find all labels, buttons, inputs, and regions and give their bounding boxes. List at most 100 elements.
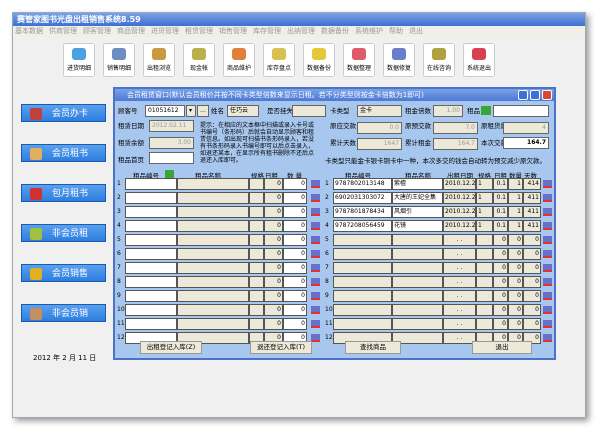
left-cell[interactable]: 0 xyxy=(283,304,307,316)
left-cell[interactable]: 0 xyxy=(283,192,307,204)
left-cell[interactable] xyxy=(125,248,177,260)
left-cell[interactable] xyxy=(125,206,177,218)
delete-row-icon[interactable] xyxy=(311,292,320,300)
menu-item[interactable]: 顾客管理 xyxy=(83,26,111,37)
menu-item[interactable]: 退出 xyxy=(409,26,423,37)
delete-row-icon[interactable] xyxy=(311,334,320,342)
delete-row-icon[interactable] xyxy=(311,278,320,286)
delete-row-icon[interactable] xyxy=(543,264,552,272)
delete-row-icon[interactable] xyxy=(543,208,552,216)
left-cell[interactable]: 0 xyxy=(283,206,307,218)
this-payment-input[interactable]: 164.7 xyxy=(503,137,549,149)
delete-row-icon[interactable] xyxy=(543,236,552,244)
toolbar-button[interactable]: 数据备份 xyxy=(303,43,335,77)
sidebar-button[interactable]: 会员租书 xyxy=(21,144,106,162)
left-cell[interactable] xyxy=(125,234,177,246)
menu-item[interactable]: 租赁管理 xyxy=(185,26,213,37)
close-button[interactable] xyxy=(542,90,552,100)
menu-item[interactable]: 基本数据 xyxy=(15,26,43,37)
toolbar-button[interactable]: 销售明细 xyxy=(103,43,135,77)
menu-item[interactable]: 帮助 xyxy=(389,26,403,37)
toolbar-button[interactable]: 在线咨询 xyxy=(423,43,455,77)
delete-row-icon[interactable] xyxy=(311,250,320,258)
left-cell[interactable] xyxy=(125,178,177,190)
left-cell[interactable]: 0 xyxy=(283,290,307,302)
rent-first-input[interactable] xyxy=(149,152,194,164)
action-button[interactable]: 查找商品 xyxy=(345,341,401,354)
left-cell[interactable]: 0 xyxy=(283,234,307,246)
dropdown-button[interactable]: ▾ xyxy=(186,105,196,117)
toolbar-button[interactable]: 商品维护 xyxy=(223,43,255,77)
rent-multiplier-field[interactable]: 1.00 xyxy=(433,105,463,117)
menu-item[interactable]: 出纳管理 xyxy=(287,26,315,37)
action-button[interactable]: 退还登记入库(T) xyxy=(250,341,312,354)
app-title: 赛管家图书光盘出租销售系统8.59 xyxy=(13,13,585,26)
left-cell[interactable] xyxy=(125,192,177,204)
left-cell[interactable] xyxy=(125,304,177,316)
toolbar-button[interactable]: 系统退出 xyxy=(463,43,495,77)
delete-row-icon[interactable] xyxy=(543,180,552,188)
delete-row-icon[interactable] xyxy=(543,250,552,258)
row-number: 4 xyxy=(325,222,329,229)
left-cell[interactable]: 0 xyxy=(283,318,307,330)
maximize-button[interactable] xyxy=(530,90,540,100)
action-button[interactable]: 出租登记入库(Z) xyxy=(140,341,202,354)
left-cell[interactable]: 0 xyxy=(283,262,307,274)
menu-item[interactable]: 供商管理 xyxy=(49,26,77,37)
left-cell[interactable] xyxy=(125,262,177,274)
left-cell[interactable]: 0 xyxy=(283,248,307,260)
sidebar-button[interactable]: 包月租书 xyxy=(21,184,106,202)
right-cell: 0 xyxy=(523,318,541,330)
toolbar-button[interactable]: 现金帐 xyxy=(183,43,215,77)
delete-row-icon[interactable] xyxy=(543,320,552,328)
delete-row-icon[interactable] xyxy=(543,334,552,342)
left-cell[interactable] xyxy=(125,318,177,330)
goods-input[interactable] xyxy=(493,105,549,117)
menu-item[interactable]: 库存管理 xyxy=(253,26,281,37)
menu-item[interactable]: 进货管理 xyxy=(151,26,179,37)
left-cell[interactable] xyxy=(125,276,177,288)
delete-row-icon[interactable] xyxy=(311,306,320,314)
sidebar-button[interactable]: 非会员销 xyxy=(21,304,106,322)
toolbar-button[interactable]: 数据修复 xyxy=(383,43,415,77)
add-icon[interactable] xyxy=(165,170,174,178)
customer-no-input[interactable]: 01051612 xyxy=(145,105,185,117)
delete-row-icon[interactable] xyxy=(311,194,320,202)
toolbar-icon xyxy=(432,48,446,60)
delete-row-icon[interactable] xyxy=(543,194,552,202)
left-cell: 0 xyxy=(264,248,283,260)
delete-row-icon[interactable] xyxy=(543,292,552,300)
delete-row-icon[interactable] xyxy=(311,264,320,272)
delete-row-icon[interactable] xyxy=(543,306,552,314)
delete-row-icon[interactable] xyxy=(543,278,552,286)
menu-item[interactable]: 商品管理 xyxy=(117,26,145,37)
action-button[interactable]: 退出 xyxy=(472,341,532,354)
delete-row-icon[interactable] xyxy=(311,222,320,230)
sidebar-button[interactable]: 会员销售 xyxy=(21,264,106,282)
right-cell: 411 xyxy=(523,192,541,204)
sidebar-button[interactable]: 会员办卡 xyxy=(21,104,106,122)
browse-button[interactable]: … xyxy=(197,105,209,117)
toolbar-button[interactable]: 进货明细 xyxy=(63,43,95,77)
left-cell[interactable]: 0 xyxy=(283,276,307,288)
delete-row-icon[interactable] xyxy=(311,320,320,328)
delete-row-icon[interactable] xyxy=(543,222,552,230)
scan-icon[interactable] xyxy=(481,106,491,115)
delete-row-icon[interactable] xyxy=(311,180,320,188)
menu-item[interactable]: 数据备份 xyxy=(321,26,349,37)
minimize-button[interactable] xyxy=(518,90,528,100)
toolbar-button[interactable]: 出租浏览 xyxy=(143,43,175,77)
left-cell[interactable]: 0 xyxy=(283,220,307,232)
orig-due-field: 0.0 xyxy=(357,122,402,134)
delete-row-icon[interactable] xyxy=(311,236,320,244)
left-cell[interactable] xyxy=(125,220,177,232)
menu-item[interactable]: 系统维护 xyxy=(355,26,383,37)
menu-item[interactable]: 销售管理 xyxy=(219,26,247,37)
toolbar-button[interactable]: 数据整理 xyxy=(343,43,375,77)
delete-row-icon[interactable] xyxy=(311,208,320,216)
toolbar-button[interactable]: 库存盘点 xyxy=(263,43,295,77)
right-cell xyxy=(392,304,443,316)
sidebar-button[interactable]: 非会员租 xyxy=(21,224,106,242)
left-cell[interactable]: 0 xyxy=(283,178,307,190)
left-cell[interactable] xyxy=(125,290,177,302)
